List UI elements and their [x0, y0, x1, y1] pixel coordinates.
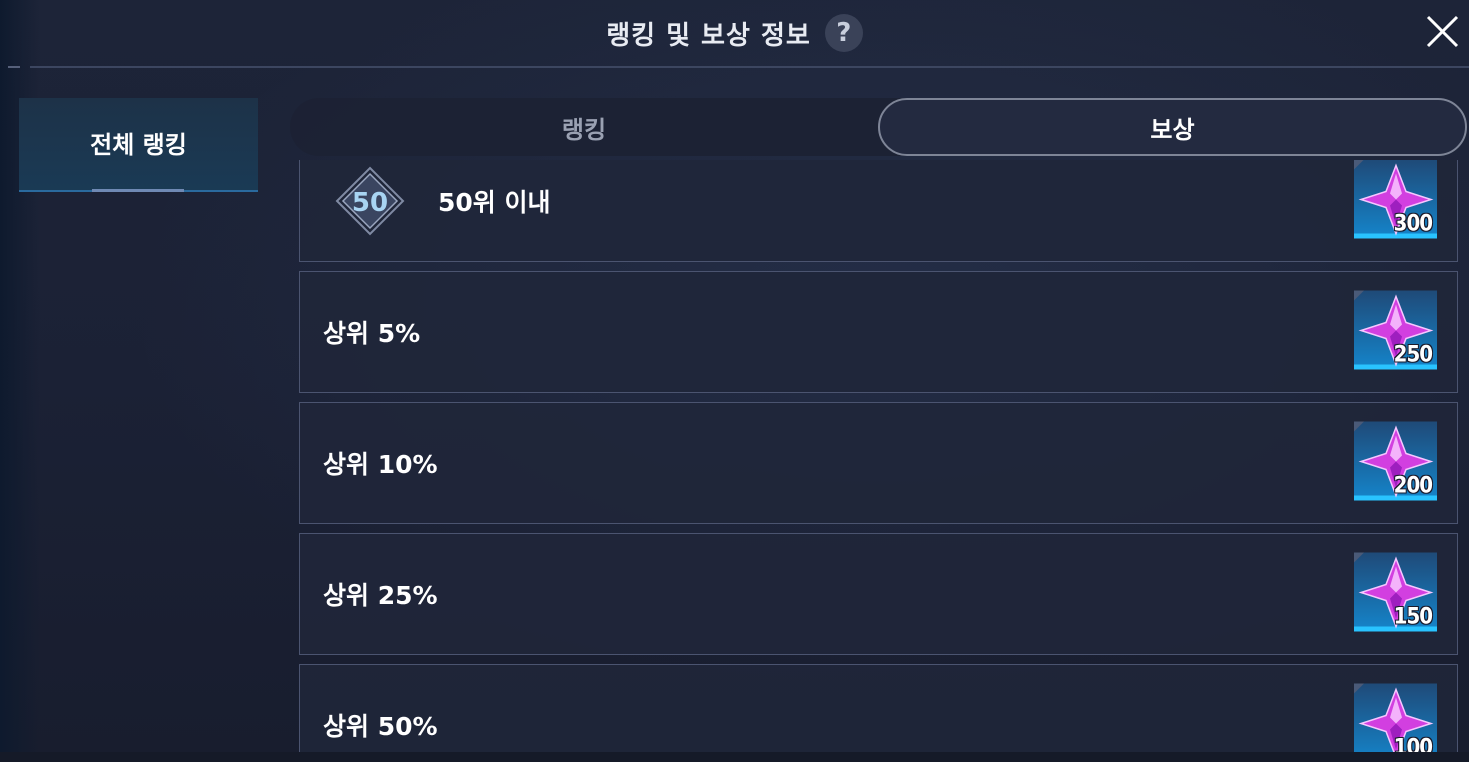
sidebar-tab-underline: [92, 189, 184, 192]
tab-ranking[interactable]: 랭킹: [290, 98, 878, 156]
sidebar-tab-overall-ranking[interactable]: 전체 랭킹: [19, 98, 258, 192]
reward-row-label: 50위 이내: [438, 188, 551, 217]
reward-row-label: 상위 50%: [323, 712, 438, 741]
reward-row-label: 상위 10%: [323, 450, 438, 479]
close-icon[interactable]: [1423, 12, 1463, 52]
header-divider: [30, 66, 1469, 68]
reward-row: 상위 25% 150: [299, 533, 1458, 655]
reward-row: 상위 10% 200: [299, 402, 1458, 524]
reward-quantity: 300: [1393, 211, 1433, 237]
tab-bar: 랭킹 보상: [290, 98, 1467, 156]
reward-row-label: 상위 25%: [323, 581, 438, 610]
header: 랭킹 및 보상 정보 ?: [0, 0, 1469, 66]
header-divider-stub: [8, 66, 20, 68]
reward-row: 상위 5% 250: [299, 271, 1458, 393]
reward-quantity: 200: [1393, 473, 1433, 499]
page-title: 랭킹 및 보상 정보: [606, 20, 811, 51]
reward-list[interactable]: 50 50위 이내 300 상위 5% 250 상위 10% 200 상위 25…: [299, 160, 1459, 756]
rank-badge-text: 50: [352, 188, 388, 218]
sidebar-tab-label: 전체 랭킹: [90, 131, 187, 159]
reward-item[interactable]: 200: [1354, 421, 1437, 505]
reward-quantity: 150: [1393, 604, 1433, 630]
rank-badge-icon: 50: [335, 166, 405, 236]
title-wrap: 랭킹 및 보상 정보 ?: [606, 14, 863, 52]
help-icon[interactable]: ?: [824, 14, 863, 52]
close-button[interactable]: [1423, 12, 1463, 52]
reward-row: 상위 50% 100: [299, 664, 1458, 756]
reward-quantity: 250: [1393, 342, 1433, 368]
reward-row-label: 상위 5%: [323, 319, 421, 348]
reward-item[interactable]: 150: [1354, 552, 1437, 636]
tab-reward[interactable]: 보상: [878, 98, 1467, 156]
reward-item[interactable]: 300: [1354, 160, 1437, 243]
reward-item[interactable]: 100: [1354, 683, 1437, 756]
reward-item[interactable]: 250: [1354, 290, 1437, 374]
bottom-edge: [0, 752, 1469, 762]
reward-row: 50 50위 이내 300: [299, 160, 1458, 262]
